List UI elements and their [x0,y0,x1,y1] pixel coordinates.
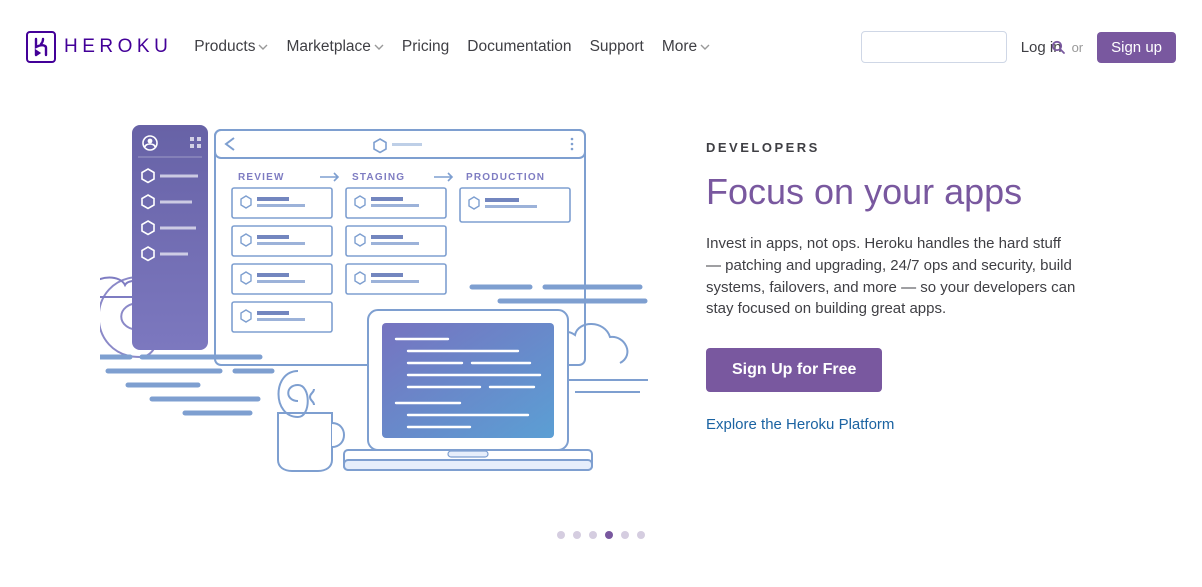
nav-documentation[interactable]: Documentation [467,38,571,56]
carousel-dot[interactable] [573,531,581,539]
nav-pricing[interactable]: Pricing [402,38,449,56]
signup-button[interactable]: Sign up [1097,32,1176,63]
nav-more[interactable]: More [662,38,710,56]
chevron-down-icon [700,42,710,52]
nav-label: Support [590,38,644,56]
chevron-down-icon [258,42,268,52]
illus-review-label: REVIEW [238,172,285,183]
carousel-dot[interactable] [621,531,629,539]
nav-support[interactable]: Support [590,38,644,56]
carousel-dot[interactable] [637,531,645,539]
primary-nav: Products Marketplace Pricing Documentati… [194,38,710,56]
carousel-dot[interactable] [589,531,597,539]
illus-production-label: PRODUCTION [466,172,545,183]
nav-products[interactable]: Products [194,38,268,56]
hero-illustration: REVIEW STAGING PRODUCTION [100,125,650,495]
nav-label: Products [194,38,255,56]
carousel-dot[interactable] [605,531,613,539]
search-box[interactable] [861,31,1007,63]
hero-copy: DEVELOPERS Focus on your apps Invest in … [650,125,1080,433]
header: HEROKU Products Marketplace Pricing Docu… [0,0,1202,70]
hero-body: Invest in apps, not ops. Heroku handles … [706,233,1080,320]
nav-label: Pricing [402,38,449,56]
carousel-dot[interactable] [557,531,565,539]
right-nav: Log in or Sign up [861,31,1176,63]
nav-label: Marketplace [286,38,370,56]
brand-name: HEROKU [64,36,172,58]
or-text: or [1072,40,1084,55]
search-icon[interactable] [1051,40,1066,55]
nav-label: Documentation [467,38,571,56]
nav-marketplace[interactable]: Marketplace [286,38,383,56]
signup-free-button[interactable]: Sign Up for Free [706,348,882,392]
logo[interactable]: HEROKU [26,31,172,63]
nav-label: More [662,38,697,56]
search-input[interactable] [870,39,1051,55]
heroku-logo-icon [26,31,56,63]
carousel-dots [0,531,1202,539]
illus-staging-label: STAGING [352,172,405,183]
hero-eyebrow: DEVELOPERS [706,140,1080,155]
hero-section: REVIEW STAGING PRODUCTION [0,70,1202,495]
chevron-down-icon [374,42,384,52]
hero-title: Focus on your apps [706,171,1080,213]
explore-platform-link[interactable]: Explore the Heroku Platform [706,416,1080,433]
